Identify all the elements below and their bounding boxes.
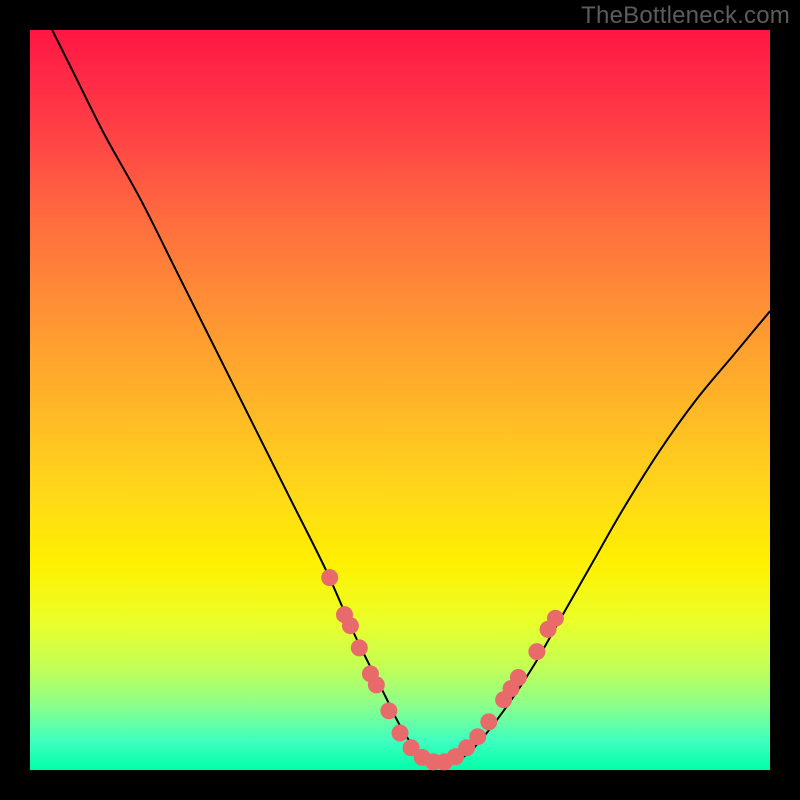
highlight-dot	[380, 702, 397, 719]
highlight-dot	[351, 639, 368, 656]
highlight-dot	[510, 669, 527, 686]
highlight-dot	[480, 713, 497, 730]
highlight-dot	[342, 617, 359, 634]
highlight-dot	[321, 569, 338, 586]
highlight-dot	[528, 643, 545, 660]
highlight-dot	[547, 610, 564, 627]
highlight-dot	[392, 725, 409, 742]
chart-svg	[0, 0, 800, 800]
chart-frame: TheBottleneck.com	[0, 0, 800, 800]
plot-background	[30, 30, 770, 770]
highlight-dot	[368, 676, 385, 693]
highlight-dot	[469, 728, 486, 745]
